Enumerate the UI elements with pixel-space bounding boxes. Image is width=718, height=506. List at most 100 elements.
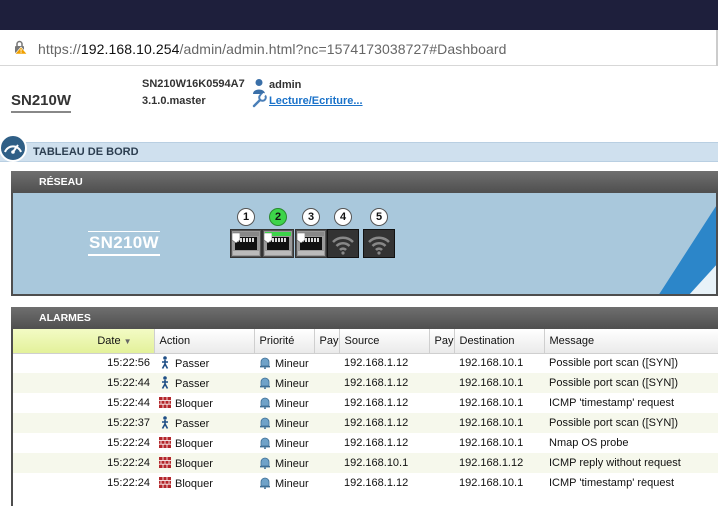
alarm-message: ICMP 'timestamp' request [549, 397, 675, 409]
alarms-header-row: Date ▼ Action Priorité Pay Source Pay Des… [13, 329, 718, 354]
access-mode-link[interactable]: Lecture/Ecriture... [269, 95, 363, 107]
alarm-message: Possible port scan ([SYN]) [549, 357, 678, 370]
alarm-row[interactable]: 15:22:56 Passer Mineur 192.168.1.12 192.168.… [13, 353, 718, 373]
alarm-message: ICMP 'timestamp' request [549, 477, 675, 489]
port-flag-icon [232, 233, 240, 243]
wrench-icon [252, 93, 267, 108]
port-4[interactable]: 4 [327, 208, 359, 261]
alarm-priority-label: Mineur [275, 398, 309, 410]
alarm-row[interactable]: 15:22:24 Bloquer Mineur 192.168.10.1 192.168… [13, 453, 718, 473]
alarm-action: Passer [154, 373, 254, 393]
alarm-priority: Mineur [254, 433, 314, 453]
alarm-action-label: Bloquer [175, 458, 213, 470]
alarm-row[interactable]: 15:22:24 Bloquer Mineur 192.168.1.12 192.168… [13, 433, 718, 453]
browser-address-bar[interactable]: https://192.168.10.254/admin/admin.html?… [0, 30, 718, 66]
url-path: /admin/admin.html?nc=1574173038727#Dashb… [179, 41, 507, 57]
alarm-action: Bloquer [154, 393, 254, 413]
alarm-row[interactable]: 15:22:44 Bloquer Mineur 192.168.1.12 192.168… [13, 393, 718, 413]
port-5[interactable]: 5 [363, 208, 395, 261]
alarm-message: Possible port scan ([SYN]) [544, 373, 718, 393]
column-header-source-country[interactable]: Pay [314, 329, 340, 354]
block-wall-icon [159, 437, 171, 448]
port-number-badge: 5 [370, 208, 388, 226]
alarm-source: 192.168.1.12 [344, 357, 409, 370]
pass-person-icon [161, 416, 169, 429]
alarm-date: 15:22:24 [107, 437, 150, 449]
alarm-destination-country [429, 393, 454, 413]
alarm-source-country [314, 373, 339, 393]
alarm-action-label: Passer [175, 418, 210, 430]
pass-person-icon [161, 356, 169, 370]
alarm-priority-label: Mineur [275, 418, 309, 430]
port-3[interactable]: 3 [295, 208, 327, 261]
user-icon [253, 79, 265, 94]
port-2[interactable]: 2 [262, 208, 294, 261]
sail-graphic [659, 206, 716, 294]
alarm-date: 15:22:44 [13, 373, 154, 393]
url-text[interactable]: https://192.168.10.254/admin/admin.html?… [38, 41, 507, 57]
alarms-panel: Date ▼ Action Priorité Pay Source Pay Des… [11, 329, 718, 506]
app-header: SN210W SN210W16K0594A7 3.1.0.master admi… [0, 66, 718, 136]
pass-person-icon [161, 376, 169, 389]
alarm-action-label: Passer [175, 378, 210, 390]
device-model: SN210W [11, 92, 72, 113]
port-number-badge: 3 [302, 208, 320, 226]
wifi-port-icon [327, 229, 359, 258]
alarm-source-country [314, 473, 339, 493]
minor-priority-bell-icon [260, 477, 270, 489]
column-header-priority[interactable]: Priorité [254, 329, 315, 354]
alarm-action-label: Bloquer [175, 398, 213, 410]
alarm-destination-country [429, 353, 454, 373]
block-wall-icon [159, 457, 171, 468]
alarm-source: 192.168.1.12 [339, 413, 429, 433]
serial-number: SN210W16K0594A7 [142, 78, 245, 90]
network-panel-header[interactable]: RÉSEAU [11, 171, 718, 193]
alarm-priority-label: Mineur [275, 478, 309, 490]
alarm-message: ICMP reply without request [544, 453, 718, 473]
port-number-badge: 4 [334, 208, 352, 226]
dashboard-title: TABLEAU DE BORD [33, 146, 139, 158]
alarm-action: Bloquer [154, 473, 254, 493]
alarm-destination: 192.168.10.1 [454, 373, 544, 393]
alarm-source: 192.168.1.12 [344, 437, 409, 449]
alarm-row[interactable]: 15:22:44 Passer Mineur 192.168.1.12 192.168.… [13, 373, 718, 393]
port-1[interactable]: 1 [230, 208, 262, 261]
alarm-priority-label: Mineur [275, 378, 309, 390]
column-header-message[interactable]: Message [544, 329, 718, 354]
alarm-action-label: Bloquer [175, 478, 213, 490]
alarm-priority-label: Mineur [275, 358, 309, 371]
minor-priority-bell-icon [260, 357, 270, 370]
alarm-action: Bloquer [154, 433, 254, 453]
url-host: 192.168.10.254 [80, 41, 180, 57]
alarm-destination-country [429, 373, 454, 393]
port-number-badge: 1 [237, 208, 255, 226]
alarm-priority: Mineur [254, 473, 314, 493]
column-header-date[interactable]: Date ▼ [13, 329, 155, 354]
alarm-message: Possible port scan ([SYN]) [544, 413, 718, 433]
alarm-priority: Mineur [254, 393, 314, 413]
alarm-destination: 192.168.10.1 [459, 437, 524, 449]
alarm-destination-country [429, 453, 454, 473]
wifi-port-icon [363, 229, 395, 258]
alarm-priority: Mineur [254, 453, 314, 473]
alarms-table: Date ▼ Action Priorité Pay Source Pay Des… [13, 329, 718, 493]
alarms-panel-header[interactable]: ALARMES [11, 307, 718, 329]
alarm-date: 15:22:56 [107, 357, 150, 370]
alarm-priority-label: Mineur [275, 458, 309, 470]
column-header-destination[interactable]: Destination [454, 329, 545, 354]
alarm-row[interactable]: 15:22:24 Bloquer Mineur 192.168.1.12 192.168… [13, 473, 718, 493]
alarm-action: Passer [154, 353, 254, 373]
alarm-destination: 192.168.10.1 [459, 397, 524, 409]
column-header-destination-country[interactable]: Pay [429, 329, 455, 354]
alarm-row[interactable]: 15:22:37 Passer Mineur 192.168.1.12 192.168.… [13, 413, 718, 433]
minor-priority-bell-icon [260, 417, 270, 429]
alarm-destination-country [429, 473, 454, 493]
alarm-action: Passer [154, 413, 254, 433]
column-header-action[interactable]: Action [154, 329, 255, 354]
alarm-destination: 192.168.10.1 [454, 413, 544, 433]
minor-priority-bell-icon [260, 397, 270, 409]
alarm-destination: 192.168.1.12 [454, 453, 544, 473]
alarm-message: Nmap OS probe [549, 437, 629, 449]
block-wall-icon [159, 397, 171, 408]
column-header-source[interactable]: Source [339, 329, 430, 354]
